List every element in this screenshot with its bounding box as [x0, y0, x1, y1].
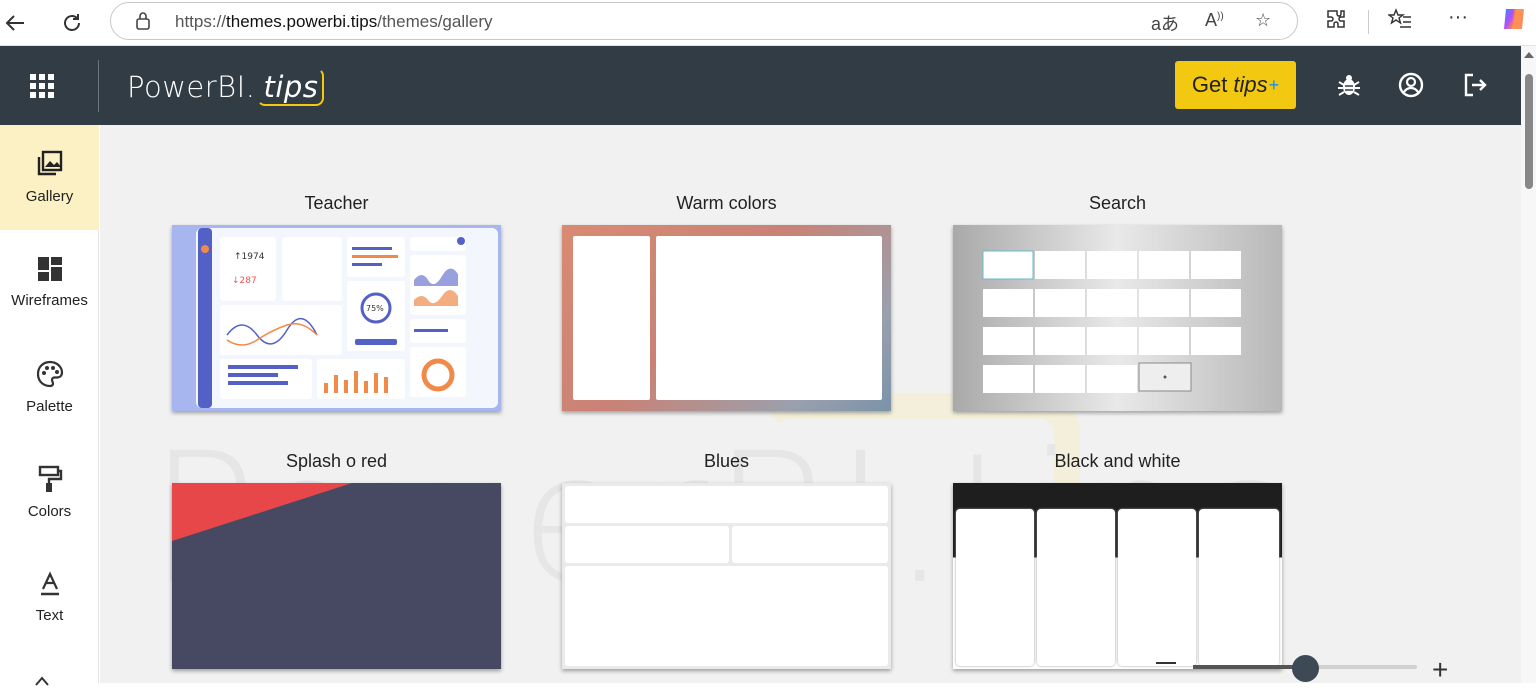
wireframes-icon — [37, 257, 62, 281]
sidebar-item-gallery[interactable]: Gallery — [0, 125, 99, 230]
toolbar-divider — [1368, 10, 1369, 34]
header-divider — [98, 60, 99, 112]
theme-thumbnail[interactable] — [953, 225, 1282, 411]
paint-roller-icon — [38, 465, 62, 492]
sidebar-item-colors[interactable]: Colors — [0, 440, 99, 545]
theme-card-splash-o-red[interactable]: Splash o red — [172, 451, 501, 669]
zoom-slider-handle[interactable] — [1292, 655, 1319, 682]
get-tips-button[interactable]: Get tips + — [1175, 61, 1296, 109]
bug-icon[interactable] — [1334, 70, 1364, 100]
sidebar-item-label: Colors — [27, 503, 72, 520]
theme-title: Blues — [703, 451, 750, 471]
theme-thumbnail[interactable] — [172, 483, 501, 669]
translate-icon[interactable]: aあ — [1151, 10, 1179, 36]
account-icon[interactable] — [1396, 70, 1426, 100]
theme-title: Warm colors — [676, 193, 777, 213]
gallery-icon — [37, 150, 62, 176]
sidebar-more-icon[interactable] — [34, 673, 50, 691]
browser-toolbar: https://themes.powerbi.tips/themes/galle… — [0, 0, 1536, 46]
theme-card-black-and-white[interactable]: Black and white — [953, 451, 1282, 669]
scrollbar-thumb[interactable] — [1525, 74, 1533, 189]
theme-title: Splash o red — [285, 451, 388, 471]
url-text: https://themes.powerbi.tips/themes/galle… — [175, 12, 493, 31]
zoom-out-button[interactable] — [1156, 662, 1176, 664]
theme-thumbnail[interactable] — [953, 483, 1282, 669]
favorite-star-icon[interactable]: ☆ — [1255, 10, 1271, 31]
theme-card-warm-colors[interactable]: Warm colors — [562, 193, 891, 411]
theme-card-teacher[interactable]: Teacher ↑1974 ↓287 75% — [172, 193, 501, 411]
zoom-slider-fill — [1193, 665, 1305, 669]
lock-icon[interactable] — [135, 11, 151, 36]
svg-text:↑1974: ↑1974 — [234, 252, 265, 262]
sidebar-item-label: Wireframes — [11, 292, 88, 309]
text-format-icon — [40, 571, 59, 596]
sidebar: Gallery Wireframes Palette Colors Text — [0, 125, 99, 686]
scroll-up-arrow-icon[interactable] — [1524, 52, 1534, 58]
theme-title: Teacher — [304, 193, 369, 213]
theme-title: Black and white — [1054, 451, 1181, 471]
theme-thumbnail[interactable] — [562, 483, 891, 669]
sidebar-item-text[interactable]: Text — [0, 545, 99, 650]
app-header: PowerBI. tips Get tips + — [0, 46, 1521, 125]
read-aloud-icon[interactable]: A)) — [1205, 10, 1224, 31]
powerbi-tips-logo[interactable]: PowerBI. tips — [127, 68, 325, 106]
logout-icon[interactable] — [1460, 70, 1490, 100]
gallery-area: PowerBI.tips Teacher ↑1974 ↓287 — [100, 125, 1521, 683]
theme-thumbnail[interactable] — [562, 225, 891, 411]
sidebar-item-wireframes[interactable]: Wireframes — [0, 230, 99, 335]
theme-thumbnail[interactable]: ↑1974 ↓287 75% — [172, 225, 501, 411]
sidebar-item-label: Palette — [26, 398, 73, 415]
sidebar-item-palette[interactable]: Palette — [0, 335, 99, 440]
zoom-in-button[interactable]: + — [1432, 656, 1448, 684]
svg-text:↓287: ↓287 — [232, 276, 257, 286]
back-arrow-icon[interactable] — [0, 8, 30, 38]
palette-icon — [36, 360, 63, 388]
more-options-icon[interactable]: ··· — [1448, 6, 1468, 29]
svg-text:75%: 75% — [366, 304, 384, 313]
app-launcher-icon[interactable] — [30, 74, 54, 98]
refresh-icon[interactable] — [57, 8, 87, 38]
address-bar[interactable]: https://themes.powerbi.tips/themes/galle… — [110, 2, 1298, 40]
page-scrollbar[interactable] — [1521, 46, 1536, 683]
sidebar-item-label: Text — [35, 607, 64, 624]
copilot-icon[interactable] — [1500, 5, 1528, 39]
favorites-list-icon[interactable] — [1386, 8, 1412, 36]
theme-card-search[interactable]: Search — [953, 193, 1282, 411]
theme-card-blues[interactable]: Blues — [562, 451, 891, 669]
sidebar-item-label: Gallery — [25, 188, 74, 205]
extensions-icon[interactable] — [1325, 8, 1347, 36]
theme-title: Search — [1088, 193, 1147, 213]
